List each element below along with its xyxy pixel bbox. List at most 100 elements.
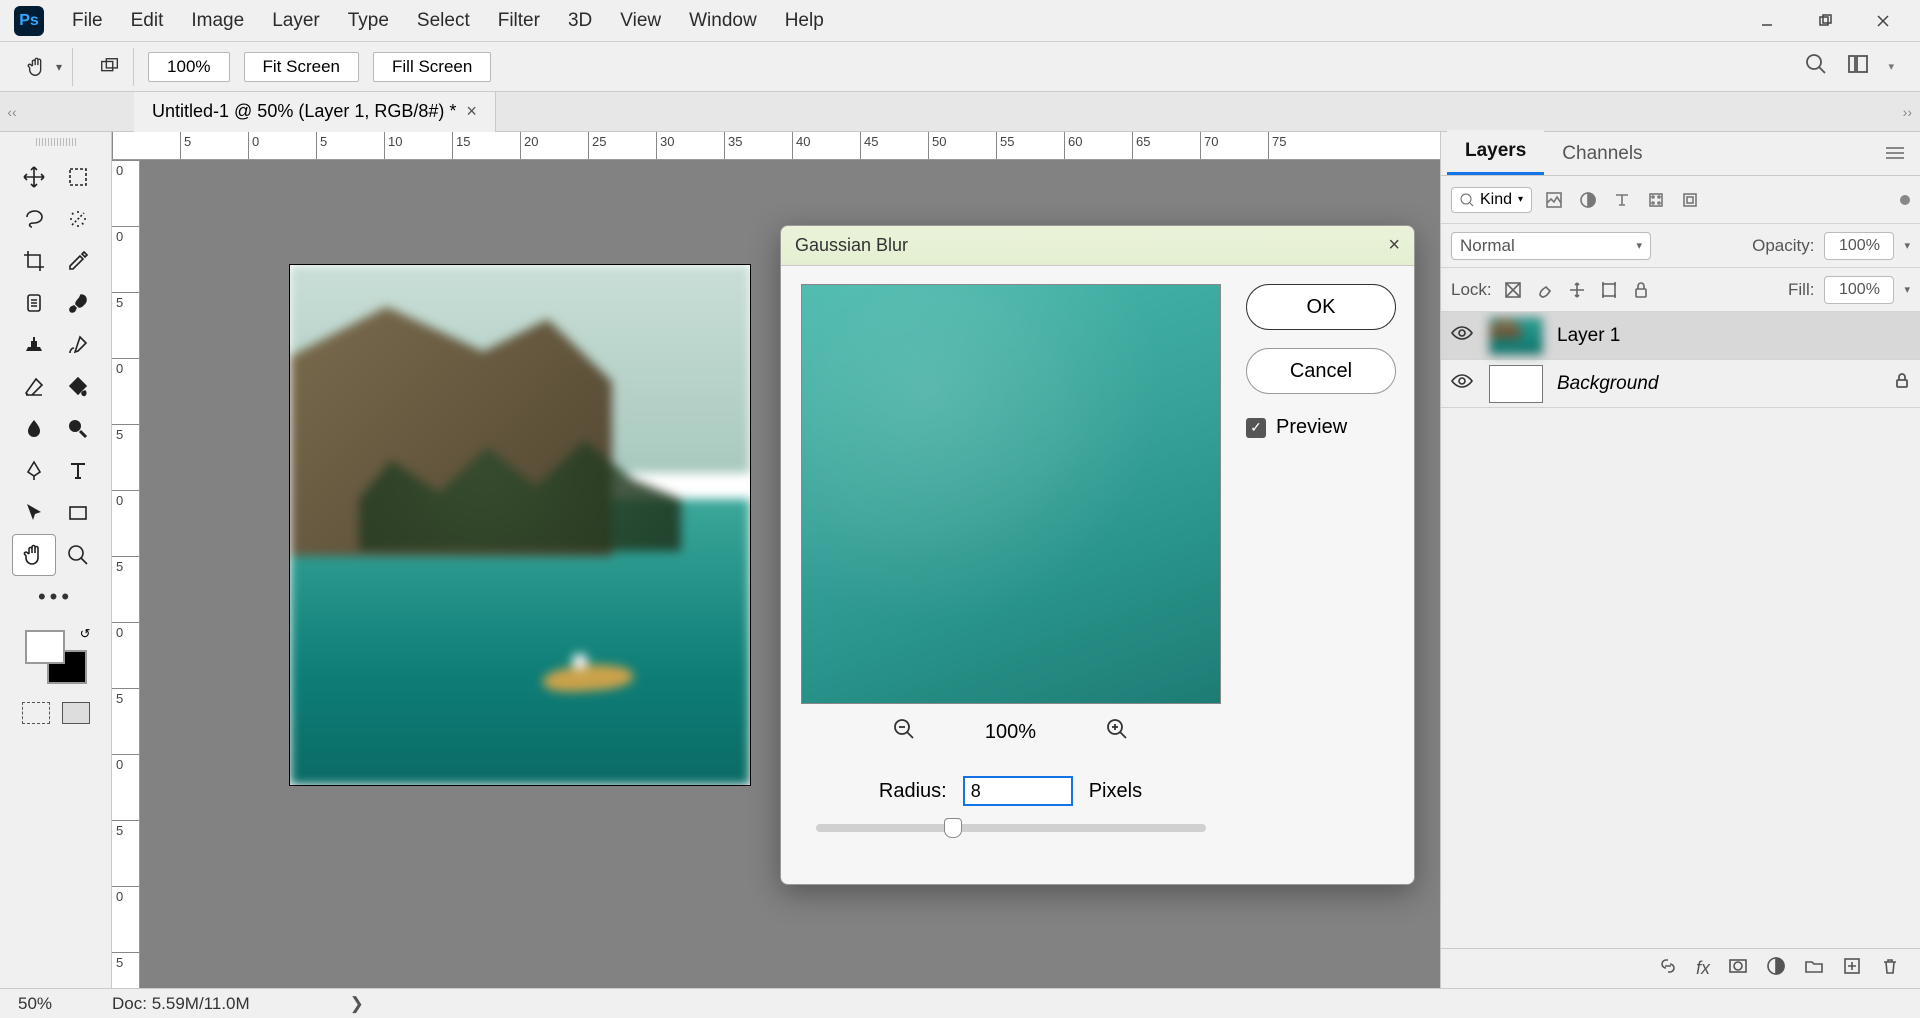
edit-toolbar-button[interactable]: ••• xyxy=(38,584,73,610)
ruler-vertical[interactable]: 0050505050505 xyxy=(112,160,140,988)
radius-slider[interactable] xyxy=(816,824,1206,832)
menu-window[interactable]: Window xyxy=(675,4,771,38)
healing-brush-tool[interactable] xyxy=(12,282,56,324)
radius-input[interactable] xyxy=(963,776,1073,806)
screen-mode-icon[interactable] xyxy=(62,702,90,724)
menu-edit[interactable]: Edit xyxy=(117,4,178,38)
magic-wand-tool[interactable] xyxy=(56,198,100,240)
tab-channels[interactable]: Channels xyxy=(1544,133,1660,175)
chevron-down-icon[interactable]: ▾ xyxy=(56,60,62,74)
close-tab-icon[interactable]: × xyxy=(466,101,477,122)
brush-tool[interactable] xyxy=(56,282,100,324)
filter-shape-icon[interactable] xyxy=(1644,188,1668,212)
layer-row[interactable]: Layer 1 xyxy=(1441,312,1920,360)
window-maximize-button[interactable] xyxy=(1796,6,1854,36)
history-brush-tool[interactable] xyxy=(56,324,100,366)
dialog-close-icon[interactable]: × xyxy=(1388,234,1400,257)
rectangle-shape-tool[interactable] xyxy=(56,492,100,534)
paint-bucket-tool[interactable] xyxy=(56,366,100,408)
layer-mask-icon[interactable] xyxy=(1728,956,1748,981)
lasso-tool[interactable] xyxy=(12,198,56,240)
clone-stamp-tool[interactable] xyxy=(12,324,56,366)
lock-pixels-icon[interactable] xyxy=(1534,279,1556,301)
eyedropper-tool[interactable] xyxy=(56,240,100,282)
filter-adjustment-icon[interactable] xyxy=(1576,188,1600,212)
type-tool[interactable] xyxy=(56,450,100,492)
window-close-button[interactable] xyxy=(1854,6,1912,36)
expand-panels-icon[interactable]: ›› xyxy=(1903,104,1912,120)
tab-layers[interactable]: Layers xyxy=(1447,130,1544,175)
preview-checkbox[interactable]: ✓ Preview xyxy=(1246,416,1396,439)
crop-tool[interactable] xyxy=(12,240,56,282)
status-zoom[interactable]: 50% xyxy=(18,994,52,1014)
zoom-level-field[interactable]: 100% xyxy=(148,52,229,82)
layer-thumbnail[interactable] xyxy=(1489,317,1543,355)
filter-type-icon[interactable] xyxy=(1610,188,1634,212)
color-swatches[interactable]: ↺ xyxy=(21,626,91,688)
status-flyout-icon[interactable]: ❯ xyxy=(350,994,364,1014)
fit-screen-button[interactable]: Fit Screen xyxy=(244,52,359,82)
status-docinfo[interactable]: Doc: 5.59M/11.0M xyxy=(112,994,250,1014)
layer-thumbnail[interactable] xyxy=(1489,365,1543,403)
zoom-out-icon[interactable] xyxy=(893,718,915,746)
collapse-toolbox-icon[interactable]: ‹‹ xyxy=(0,104,24,120)
lock-transparent-icon[interactable] xyxy=(1502,279,1524,301)
menu-file[interactable]: File xyxy=(58,4,117,38)
dialog-titlebar[interactable]: Gaussian Blur × xyxy=(781,226,1414,266)
cancel-button[interactable]: Cancel xyxy=(1246,348,1396,394)
layer-name[interactable]: Background xyxy=(1557,373,1658,395)
rect-marquee-tool[interactable] xyxy=(56,156,100,198)
lock-all-icon[interactable] xyxy=(1630,279,1652,301)
delete-layer-icon[interactable] xyxy=(1880,956,1900,981)
opacity-field[interactable]: 100% xyxy=(1824,232,1894,260)
search-icon[interactable] xyxy=(1804,52,1828,81)
menu-view[interactable]: View xyxy=(606,4,675,38)
zoom-in-icon[interactable] xyxy=(1106,718,1128,746)
fill-field[interactable]: 100% xyxy=(1824,276,1894,304)
toolbox-grip[interactable] xyxy=(36,138,76,146)
blur-preview[interactable] xyxy=(801,284,1221,704)
document-tab[interactable]: Untitled-1 @ 50% (Layer 1, RGB/8#) * × xyxy=(134,92,496,132)
path-selection-tool[interactable] xyxy=(12,492,56,534)
visibility-toggle-icon[interactable] xyxy=(1451,373,1475,395)
lock-position-icon[interactable] xyxy=(1566,279,1588,301)
slider-thumb[interactable] xyxy=(944,818,962,838)
group-icon[interactable] xyxy=(1804,956,1824,981)
visibility-toggle-icon[interactable] xyxy=(1451,325,1475,347)
adjustment-layer-icon[interactable] xyxy=(1766,956,1786,981)
filter-toggle-icon[interactable] xyxy=(1900,195,1910,205)
menu-layer[interactable]: Layer xyxy=(258,4,334,38)
eraser-tool[interactable] xyxy=(12,366,56,408)
menu-3d[interactable]: 3D xyxy=(554,4,606,38)
fill-screen-button[interactable]: Fill Screen xyxy=(373,52,491,82)
layer-style-icon[interactable]: fx xyxy=(1696,958,1710,979)
menu-filter[interactable]: Filter xyxy=(484,4,554,38)
layer-name[interactable]: Layer 1 xyxy=(1557,325,1620,347)
pen-tool[interactable] xyxy=(12,450,56,492)
new-layer-icon[interactable] xyxy=(1842,956,1862,981)
layer-filter-kind[interactable]: Kind ▾ xyxy=(1451,187,1532,213)
window-minimize-button[interactable] xyxy=(1738,6,1796,36)
ok-button[interactable]: OK xyxy=(1246,284,1396,330)
canvas-artboard[interactable] xyxy=(290,265,750,785)
link-layers-icon[interactable] xyxy=(1658,956,1678,981)
zoom-tool[interactable] xyxy=(56,534,100,576)
layer-row[interactable]: Background xyxy=(1441,360,1920,408)
blend-mode-select[interactable]: Normal▾ xyxy=(1451,232,1651,260)
quick-mask-icon[interactable] xyxy=(22,702,50,724)
filter-smartobject-icon[interactable] xyxy=(1678,188,1702,212)
workspace-switcher-icon[interactable] xyxy=(1846,52,1870,81)
panel-menu-icon[interactable] xyxy=(1876,136,1914,175)
move-tool[interactable] xyxy=(12,156,56,198)
scroll-all-windows-icon[interactable] xyxy=(97,54,123,80)
filter-pixel-icon[interactable] xyxy=(1542,188,1566,212)
menu-image[interactable]: Image xyxy=(177,4,258,38)
chevron-down-icon[interactable]: ▾ xyxy=(1888,60,1894,73)
hand-tool[interactable] xyxy=(12,534,56,576)
menu-type[interactable]: Type xyxy=(334,4,403,38)
menu-select[interactable]: Select xyxy=(403,4,484,38)
dodge-tool[interactable] xyxy=(56,408,100,450)
hand-tool-icon[interactable] xyxy=(24,54,50,80)
swap-colors-icon[interactable]: ↺ xyxy=(80,626,91,642)
lock-artboard-icon[interactable] xyxy=(1598,279,1620,301)
